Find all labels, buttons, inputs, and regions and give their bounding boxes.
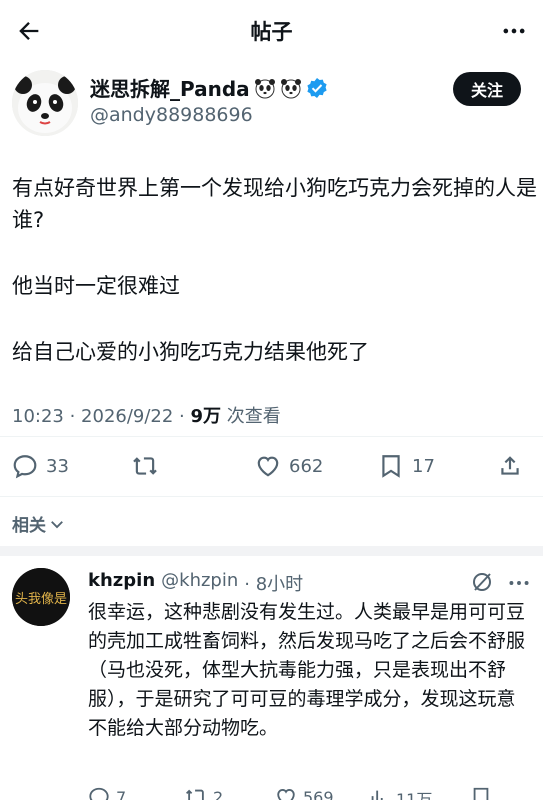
reply-avatar[interactable]: 头我像是 (12, 568, 70, 626)
like-icon (257, 456, 279, 477)
chevron-down-icon (51, 520, 63, 528)
more-icon (503, 28, 525, 34)
reply-repost-button[interactable]: 2 (185, 786, 223, 800)
related-toggle[interactable]: 相关 (12, 511, 66, 536)
divider (0, 436, 543, 437)
author-name[interactable]: 迷思拆解_Panda (90, 73, 328, 102)
post-timestamp[interactable]: 10:23 · 2026/9/22 · (12, 406, 191, 427)
post-text-paragraph: 有点好奇世界上第一个发现给小狗吃巧克力会死掉的人是谁? (12, 176, 537, 232)
follow-button[interactable]: 关注 (453, 72, 521, 106)
divider (0, 496, 543, 497)
more-button[interactable] (497, 14, 531, 48)
reply-author-name[interactable]: khzpin (88, 570, 155, 596)
reply-repost-count: 2 (213, 787, 224, 800)
top-bar: 帖子 (0, 0, 543, 62)
related-label: 相关 (12, 516, 46, 536)
reply-icon (89, 787, 109, 800)
reply-like-button[interactable]: 569 (275, 786, 334, 800)
reply-views-button[interactable]: 11万 (368, 786, 432, 800)
views-label: 次查看 (221, 406, 281, 427)
post-meta: 10:23 · 2026/9/22 · 9万 次查看 (12, 402, 281, 428)
reply-reply-count: 7 (116, 787, 127, 800)
reply-icon (13, 455, 37, 479)
bookmark-icon (382, 455, 400, 478)
panda-avatar-image (12, 70, 78, 136)
reply-button[interactable]: 33 (12, 450, 69, 482)
calligraphy-avatar-image: 头我像是 (12, 568, 70, 626)
page-title: 帖子 (250, 20, 293, 44)
repost-icon (133, 457, 157, 475)
panda-emoji-icon (254, 78, 275, 98)
like-icon (277, 789, 295, 800)
repost-icon (186, 789, 204, 800)
reply-header: khzpin @khzpin · 8小时 (88, 570, 303, 596)
like-count: 662 (289, 455, 324, 477)
author-avatar[interactable] (12, 70, 78, 136)
author-handle[interactable]: @andy88988696 (90, 104, 253, 126)
reply-text: 很幸运，这种悲剧没有发生过。人类最早是用可可豆的壳加工成牲畜饲料，然后发现马吃了… (88, 601, 526, 739)
views-count: 9万 (190, 406, 222, 427)
avatar-calligraphy-text: 头我像是 (15, 592, 67, 607)
views-icon (371, 790, 383, 800)
reply-count: 33 (46, 455, 69, 477)
reply-reply-button[interactable]: 7 (88, 786, 126, 800)
grok-icon[interactable] (470, 570, 494, 594)
reply-like-count: 569 (303, 787, 334, 800)
verified-badge-icon (307, 77, 327, 98)
post-text-paragraph: 给自己心爱的小狗吃巧克力结果他死了 (12, 340, 369, 364)
share-button[interactable] (497, 450, 523, 482)
repost-button[interactable] (132, 450, 158, 482)
reply-bookmark-button[interactable] (470, 786, 492, 800)
post-text-paragraph: 他当时一定很难过 (12, 274, 180, 298)
share-icon (501, 456, 519, 475)
bookmark-count: 17 (412, 455, 435, 477)
section-separator (0, 546, 543, 556)
reply-more-icon[interactable] (506, 570, 532, 596)
reply-author-handle[interactable]: @khzpin (161, 570, 238, 596)
reply-time: · 8小时 (244, 574, 304, 595)
bookmark-icon (473, 787, 489, 800)
bookmark-button[interactable]: 17 (378, 450, 435, 482)
reply-views-count: 11万 (396, 790, 433, 800)
like-button[interactable]: 662 (255, 450, 323, 482)
author-name-text: 迷思拆解_Panda (90, 77, 250, 101)
panda-emoji-icon (280, 78, 301, 98)
